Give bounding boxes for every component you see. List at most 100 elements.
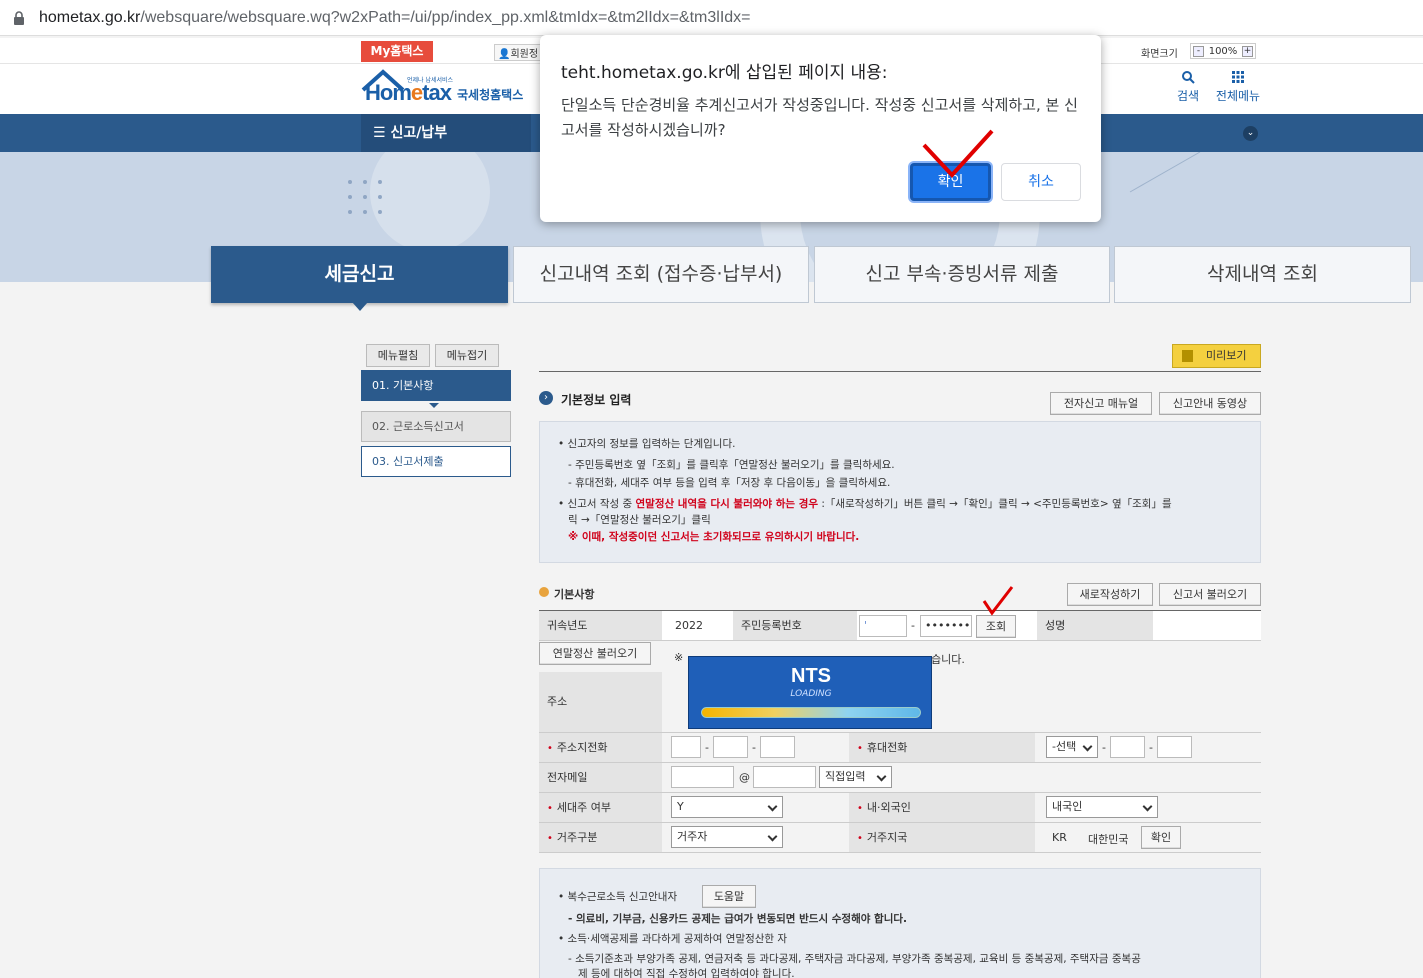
residence-select[interactable]: 거주자 bbox=[671, 826, 783, 848]
logo-home: Hom bbox=[365, 80, 412, 105]
logo-korean: 국세청홈택스 bbox=[457, 88, 524, 102]
zoom-label: 화면크기 bbox=[1141, 49, 1178, 60]
step-income-report[interactable]: 02. 근로소득신고서 bbox=[361, 411, 511, 442]
menu-expand-button[interactable]: 메뉴펼침 bbox=[366, 344, 430, 367]
form-row-residence: • 거주구분 거주자 • 거주지국 KR 대한민국 확인 bbox=[539, 823, 1261, 853]
hamburger-icon: ☰ bbox=[373, 125, 391, 141]
tab-attachments[interactable]: 신고 부속·증빙서류 제출 bbox=[814, 246, 1110, 303]
email-id-input[interactable] bbox=[671, 766, 734, 788]
logo-tax: tax bbox=[422, 80, 452, 105]
url-host: hometax.go.kr bbox=[39, 8, 141, 26]
zoom-control: - 100% + bbox=[1190, 43, 1256, 59]
guide-video-button[interactable]: 신고안내 동영상 bbox=[1159, 392, 1261, 415]
notice-suffix: 습니다. bbox=[931, 653, 965, 666]
step-arrow-icon bbox=[429, 403, 439, 408]
email-domain-select[interactable]: 직접입력 bbox=[819, 766, 892, 788]
rrn-search-button[interactable]: 조회 bbox=[976, 615, 1016, 638]
bottom-line-3-text: 소득·세액공제를 과다하게 공제하여 연말정산한 자 bbox=[567, 933, 788, 945]
loading-overlay: NTS LOADING bbox=[688, 656, 932, 729]
basic-section-title: 기본사항 bbox=[554, 588, 595, 601]
mobile-2[interactable] bbox=[1110, 736, 1145, 758]
name-label: 성명 bbox=[1037, 611, 1153, 640]
guide-line-1-text: 신고자의 정보를 입력하는 단계입니다. bbox=[567, 438, 736, 450]
nation-select[interactable]: 내국인 bbox=[1046, 796, 1158, 818]
rrn-back-input[interactable]: ••••••• bbox=[920, 615, 972, 637]
dialog-message: 단일소득 단순경비율 추계신고서가 작성중입니다. 작성중 신고서를 삭제하고,… bbox=[561, 96, 1078, 139]
step-basic-info[interactable]: 01. 기본사항 bbox=[361, 370, 511, 401]
address-label: 주소 bbox=[539, 672, 662, 732]
required-mark: • bbox=[547, 743, 553, 754]
region-label-text: 거주지국 bbox=[866, 831, 908, 844]
form-row-year: 귀속년도 2022 주민등록번호 ' - ••••••• 조회 성명 bbox=[539, 611, 1261, 641]
home-phone-2[interactable] bbox=[713, 736, 748, 758]
rrn-dash: - bbox=[911, 619, 915, 632]
my-hometax-button[interactable]: My홈택스 bbox=[361, 41, 433, 62]
form-row-head: • 세대주 여부 Y • 내·외국인 내국인 bbox=[539, 793, 1261, 823]
region-confirm-button[interactable]: 확인 bbox=[1141, 826, 1181, 849]
guide-box-bottom: • 복수근로소득 신고안내자 도움말 - 의료비, 기부금, 신용카드 공제는 … bbox=[539, 868, 1261, 978]
search-button[interactable]: 검색 bbox=[1172, 70, 1204, 104]
logo-wordmark: Hometax bbox=[365, 80, 452, 106]
guide-line-4a: 신고서 작성 중 bbox=[567, 498, 633, 510]
lock-icon bbox=[12, 10, 26, 25]
help-button[interactable]: 도움말 bbox=[702, 885, 756, 908]
dash: - bbox=[1149, 741, 1153, 754]
required-mark: • bbox=[857, 803, 863, 814]
zoom-plus-button[interactable]: + bbox=[1242, 45, 1253, 57]
tab-deleted-history[interactable]: 삭제내역 조회 bbox=[1114, 246, 1411, 303]
residence-label: • 거주구분 bbox=[539, 823, 662, 852]
zoom-value: 100% bbox=[1208, 45, 1238, 57]
preview-button[interactable]: 미리보기 bbox=[1172, 344, 1261, 368]
browser-url-bar[interactable]: hometax.go.kr/websquare/websquare.wq?w2x… bbox=[0, 0, 1423, 36]
head-select[interactable]: Y bbox=[671, 796, 783, 818]
chevron-down-icon[interactable]: ⌄ bbox=[1243, 126, 1258, 141]
nav-menu-button[interactable]: ☰ 신고/납부 bbox=[361, 114, 531, 152]
member-info-label: 회원정 bbox=[510, 49, 539, 60]
section-title: 기본정보 입력 bbox=[561, 393, 632, 407]
menu-collapse-button[interactable]: 메뉴접기 bbox=[435, 344, 499, 367]
year-label: 귀속년도 bbox=[539, 611, 662, 640]
tab-tax-report[interactable]: 세금신고 bbox=[211, 246, 508, 303]
user-icon: 👤 bbox=[498, 49, 511, 60]
dialog-title: teht.hometax.go.kr에 삽입된 페이지 내용: bbox=[561, 63, 888, 83]
grid-menu-icon bbox=[1232, 71, 1244, 83]
guide-line-4-highlight: 연말정산 내역을 다시 불러와야 하는 경우 bbox=[635, 498, 819, 510]
dialog-cancel-button[interactable]: 취소 bbox=[1001, 163, 1081, 201]
mobile-label-text: 휴대전화 bbox=[866, 741, 908, 754]
residence-label-text: 거주구분 bbox=[556, 831, 598, 844]
home-phone-1[interactable] bbox=[671, 736, 701, 758]
nav-menu-label: 신고/납부 bbox=[390, 125, 448, 141]
url-path: /websquare/websquare.wq?w2xPath=/ui/pp/i… bbox=[140, 8, 751, 26]
email-domain-input[interactable] bbox=[753, 766, 816, 788]
loading-subtitle: LOADING bbox=[790, 689, 832, 699]
required-mark: • bbox=[547, 803, 553, 814]
zoom-minus-button[interactable]: - bbox=[1193, 45, 1204, 57]
mobile-prefix-select[interactable]: -선택 bbox=[1046, 736, 1098, 758]
home-phone-3[interactable] bbox=[760, 736, 795, 758]
guide-line-1: • 신고자의 정보를 입력하는 단계입니다. bbox=[558, 438, 736, 450]
manual-button[interactable]: 전자신고 매뉴얼 bbox=[1050, 392, 1152, 415]
url-text[interactable]: hometax.go.kr/websquare/websquare.wq?w2x… bbox=[39, 9, 751, 27]
yearend-load-button[interactable]: 연말정산 불러오기 bbox=[539, 642, 651, 665]
year-value: 2022 bbox=[675, 619, 703, 632]
form-row-email: 전자메일 @ 직접입력 bbox=[539, 763, 1261, 793]
step-submit[interactable]: 03. 신고서제출 bbox=[361, 446, 511, 477]
page: hometax.go.kr/websquare/websquare.wq?w2x… bbox=[0, 0, 1423, 978]
bottom-line-1: • 복수근로소득 신고안내자 bbox=[558, 891, 678, 903]
rrn-front-input[interactable]: ' bbox=[859, 615, 907, 637]
all-menu-button[interactable]: 전체메뉴 bbox=[1212, 70, 1264, 104]
mobile-3[interactable] bbox=[1157, 736, 1192, 758]
home-phone-label-text: 주소지전화 bbox=[556, 741, 608, 754]
tab-report-history[interactable]: 신고내역 조회 (접수증·납부서) bbox=[513, 246, 809, 303]
bullet-circle-icon bbox=[539, 587, 549, 597]
load-report-button[interactable]: 신고서 불러오기 bbox=[1159, 583, 1261, 606]
form-row-phone: • 주소지전화 - - • 휴대전화 -선택 - - bbox=[539, 733, 1261, 763]
hometax-logo[interactable]: 언제나 납세서비스 Hometax 국세청홈택스 bbox=[361, 68, 531, 110]
new-report-button[interactable]: 새로작성하기 bbox=[1067, 583, 1153, 606]
dash: - bbox=[705, 741, 709, 754]
document-icon bbox=[1182, 350, 1193, 362]
nation-label-text: 내·외국인 bbox=[866, 801, 911, 814]
head-label: • 세대주 여부 bbox=[539, 793, 662, 822]
member-info-link[interactable]: 👤회원정 bbox=[494, 44, 543, 61]
guide-line-5: 릭 →「연말정산 불러오기」클릭 bbox=[568, 514, 711, 526]
